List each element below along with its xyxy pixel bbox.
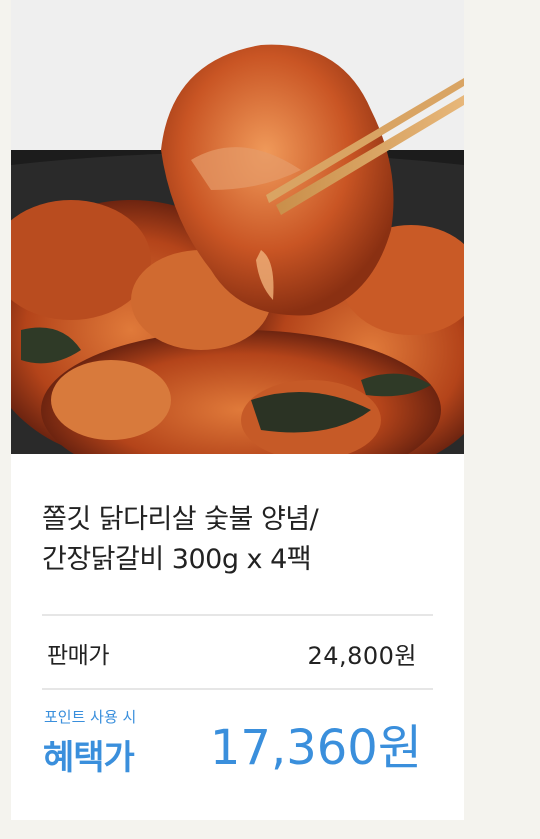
product-title-line2: 간장닭갈비 300g x 4팩 xyxy=(42,544,312,575)
sale-price-label: 판매가 xyxy=(47,643,109,669)
product-title[interactable]: 쫄깃 닭다리살 숯불 양념/ 간장닭갈비 300g x 4팩 xyxy=(42,500,442,580)
food-photo-icon xyxy=(11,0,464,454)
product-image[interactable] xyxy=(11,0,464,454)
sale-price-value: 24,800원 xyxy=(307,642,417,670)
product-card[interactable]: 쫄깃 닭다리살 숯불 양념/ 간장닭갈비 300g x 4팩 판매가 24,80… xyxy=(11,0,464,820)
divider xyxy=(42,688,433,690)
benefit-price-value: 17,360원 xyxy=(209,720,422,776)
point-usage-note: 포인트 사용 시 xyxy=(44,708,137,726)
divider xyxy=(42,614,433,616)
benefit-price-label: 혜택가 xyxy=(43,738,135,778)
product-title-line1: 쫄깃 닭다리살 숯불 양념/ xyxy=(42,504,319,535)
